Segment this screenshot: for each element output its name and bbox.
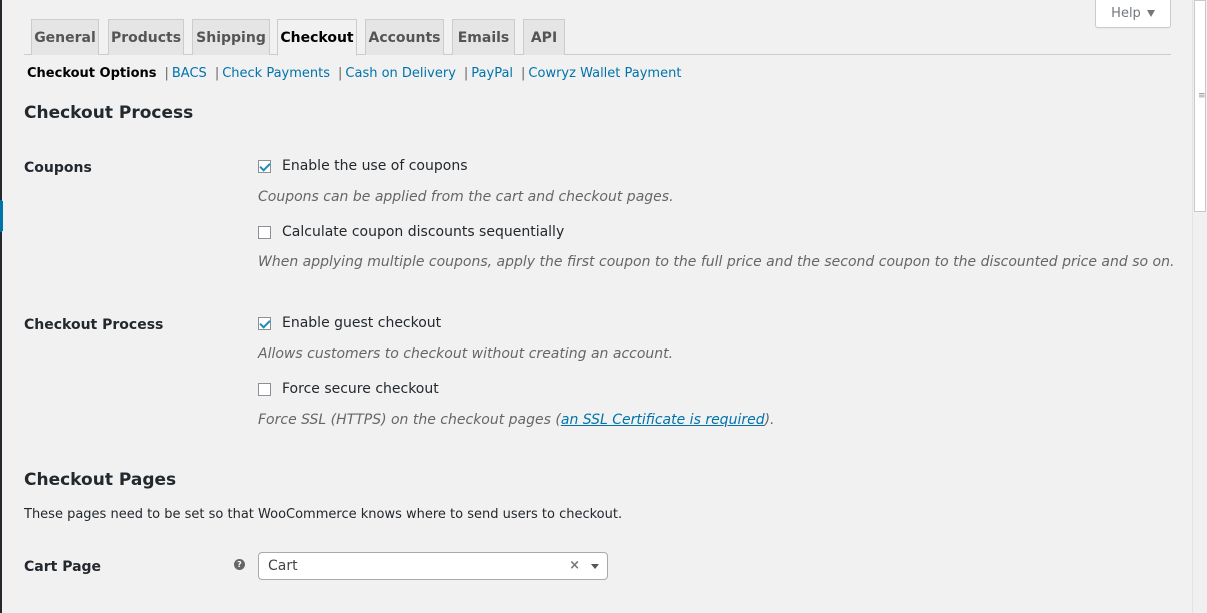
subnav-cash-on-delivery[interactable]: Cash on Delivery	[345, 66, 455, 81]
sequential-coupons-checkbox[interactable]	[258, 225, 271, 239]
subnav-bacs[interactable]: BACS	[172, 66, 207, 81]
page-scrollbar[interactable]: ≡	[1192, 0, 1207, 613]
tab-general[interactable]: General	[31, 19, 99, 55]
force-secure-label: Force secure checkout	[282, 381, 439, 397]
guest-checkout-description: Allows customers to checkout without cre…	[258, 346, 674, 362]
section-title-checkout-process: Checkout Process	[24, 103, 194, 123]
checkout-process-label: Checkout Process	[24, 317, 164, 333]
cart-page-select[interactable]: Cart ×	[258, 552, 608, 580]
ssl-certificate-link[interactable]: an SSL Certificate is required	[561, 412, 765, 428]
force-secure-checkbox[interactable]	[258, 382, 271, 396]
tab-emails[interactable]: Emails	[452, 19, 515, 55]
tab-api[interactable]: API	[523, 19, 565, 55]
cart-page-value: Cart	[268, 558, 298, 574]
ssl-desc-suffix: ).	[764, 412, 775, 428]
tab-products[interactable]: Products	[108, 19, 184, 55]
guest-checkout-label: Enable guest checkout	[282, 315, 442, 331]
guest-checkout-checkbox[interactable]	[258, 316, 271, 330]
guest-checkout-option[interactable]: Enable guest checkout	[258, 315, 441, 331]
sequential-coupons-option[interactable]: Calculate coupon discounts sequentially	[258, 224, 564, 240]
tab-checkout[interactable]: Checkout	[277, 19, 357, 56]
settings-tabs: General Products Shipping Checkout Accou…	[24, 0, 1171, 56]
coupons-label: Coupons	[24, 160, 92, 176]
subnav-cowryz-wallet[interactable]: Cowryz Wallet Payment	[528, 66, 681, 81]
subnav-separator: |	[214, 65, 220, 81]
subnav-paypal[interactable]: PayPal	[471, 66, 513, 81]
subnav-separator: |	[338, 65, 343, 81]
checkout-subnav: Checkout Options | BACS | Check Payments…	[27, 64, 681, 82]
scrollbar-thumb[interactable]: ≡	[1194, 0, 1206, 212]
menu-indicator	[0, 200, 4, 232]
subnav-separator: |	[521, 65, 526, 81]
force-secure-option[interactable]: Force secure checkout	[258, 381, 439, 397]
coupons-description: Coupons can be applied from the cart and…	[258, 189, 674, 205]
checkout-pages-description: These pages need to be set so that WooCo…	[24, 507, 623, 522]
cart-page-label: Cart Page	[24, 559, 102, 575]
tab-accounts[interactable]: Accounts	[365, 19, 444, 55]
force-secure-description: Force SSL (HTTPS) on the checkout pages …	[258, 412, 775, 428]
subnav-separator: |	[164, 65, 169, 81]
subnav-checkout-options[interactable]: Checkout Options	[27, 66, 157, 81]
admin-menu-edge	[0, 0, 4, 613]
sequential-coupons-label: Calculate coupon discounts sequentially	[282, 224, 565, 240]
section-title-checkout-pages: Checkout Pages	[24, 470, 177, 490]
subnav-separator: |	[463, 65, 469, 81]
scrollbar-grip-icon: ≡	[1198, 91, 1206, 101]
help-tip-icon[interactable]: ?	[234, 559, 245, 570]
enable-coupons-label: Enable the use of coupons	[282, 158, 468, 174]
enable-coupons-option[interactable]: Enable the use of coupons	[258, 158, 468, 174]
subnav-check-payments[interactable]: Check Payments	[222, 66, 330, 81]
clear-icon[interactable]: ×	[569, 558, 580, 573]
enable-coupons-checkbox[interactable]	[258, 159, 271, 173]
ssl-desc-prefix: Force SSL (HTTPS) on the checkout pages …	[258, 412, 561, 428]
dropdown-arrow-icon[interactable]	[591, 564, 599, 569]
tab-shipping[interactable]: Shipping	[192, 19, 270, 55]
sequential-coupons-description: When applying multiple coupons, apply th…	[258, 254, 1175, 270]
